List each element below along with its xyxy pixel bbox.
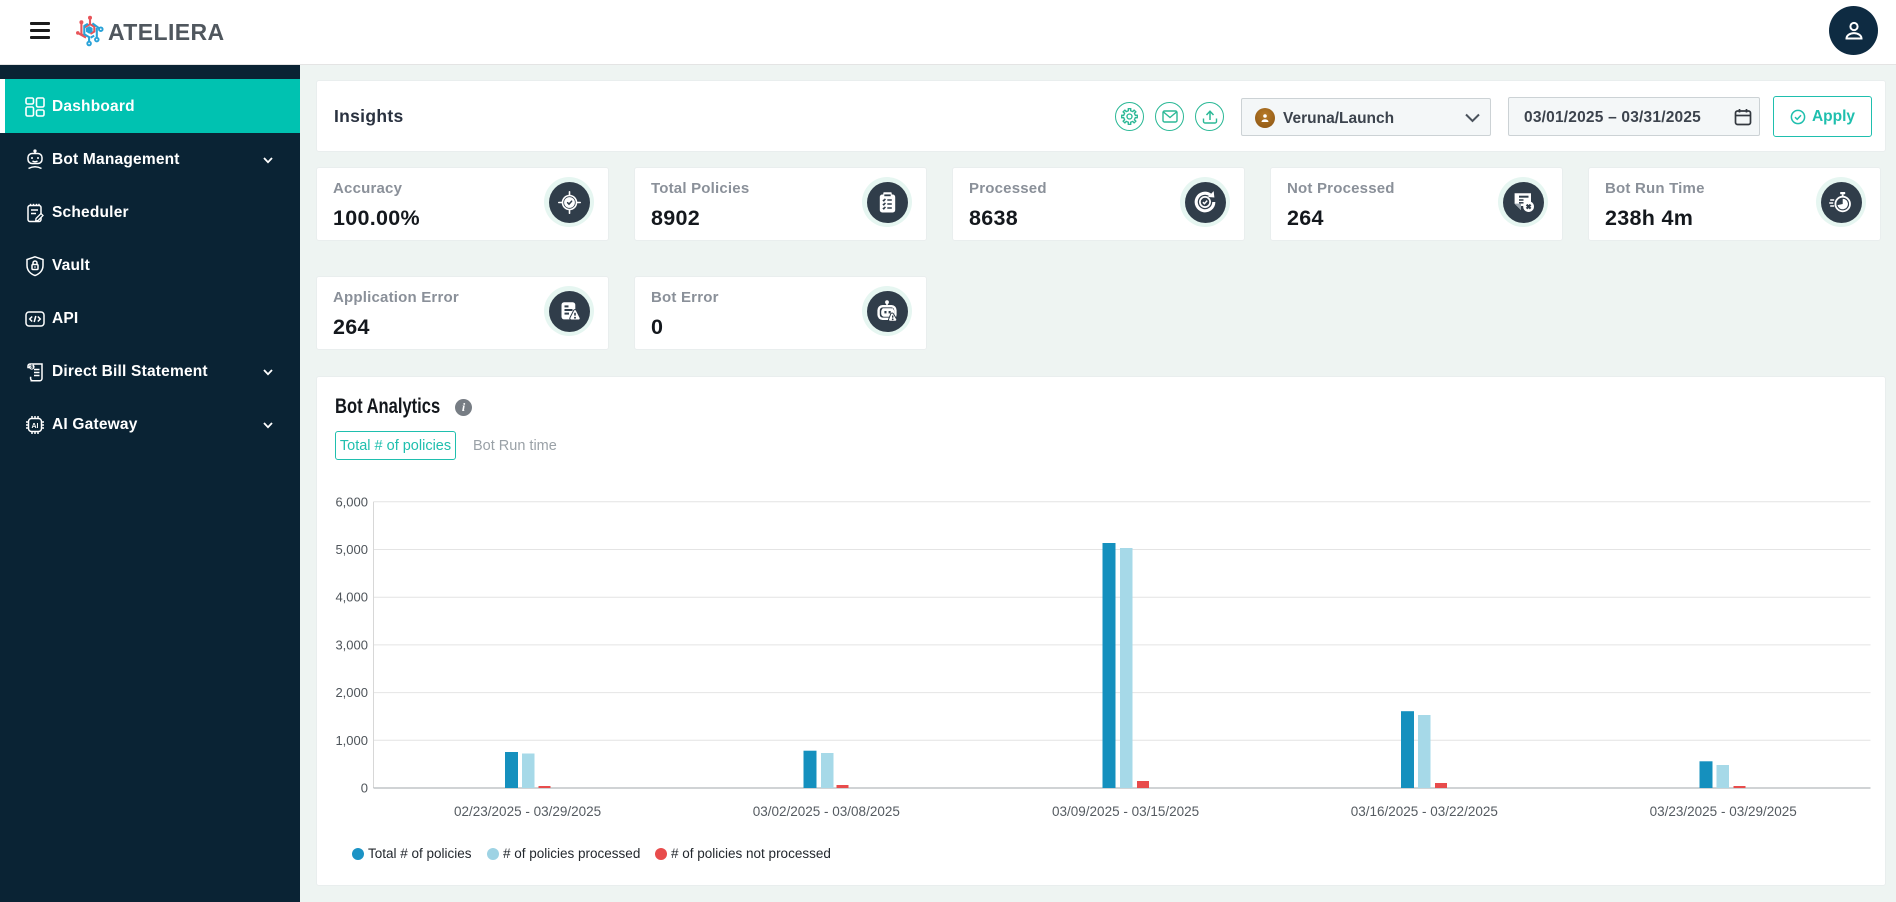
- svg-text:2,000: 2,000: [335, 685, 368, 700]
- svg-text:$: $: [30, 364, 33, 370]
- svg-text:03/09/2025 - 03/15/2025: 03/09/2025 - 03/15/2025: [1052, 804, 1199, 819]
- svg-text:3,000: 3,000: [335, 637, 368, 652]
- svg-text:0: 0: [361, 781, 368, 796]
- svg-text:4,000: 4,000: [335, 590, 368, 605]
- svg-text:AI: AI: [32, 423, 39, 430]
- svg-text:6,000: 6,000: [335, 494, 368, 509]
- svg-text:02/23/2025 - 03/29/2025: 02/23/2025 - 03/29/2025: [454, 804, 601, 819]
- svg-text:5,000: 5,000: [335, 542, 368, 557]
- svg-text:03/23/2025 - 03/29/2025: 03/23/2025 - 03/29/2025: [1650, 804, 1797, 819]
- svg-text:03/16/2025 - 03/22/2025: 03/16/2025 - 03/22/2025: [1351, 804, 1498, 819]
- svg-text:1,000: 1,000: [335, 733, 368, 748]
- svg-text:03/02/2025 - 03/08/2025: 03/02/2025 - 03/08/2025: [753, 804, 900, 819]
